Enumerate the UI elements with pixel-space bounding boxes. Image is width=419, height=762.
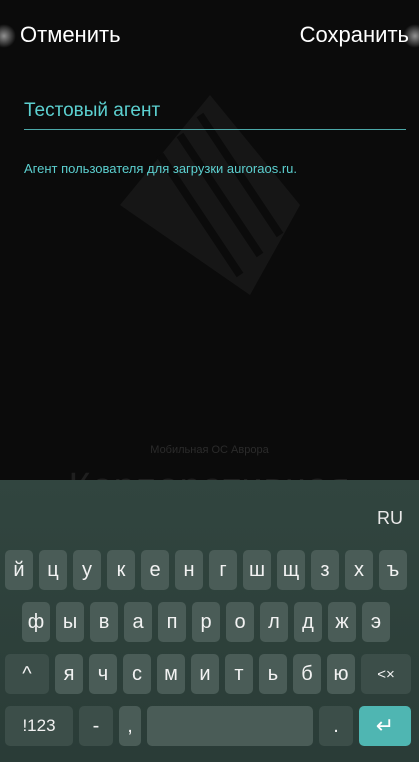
key-г[interactable]: г [209, 550, 237, 590]
key-б[interactable]: б [293, 654, 321, 694]
key-х[interactable]: х [345, 550, 373, 590]
key-и[interactable]: и [191, 654, 219, 694]
key-д[interactable]: д [294, 602, 322, 642]
key-ю[interactable]: ю [327, 654, 355, 694]
key-у[interactable]: у [73, 550, 101, 590]
key-я[interactable]: я [55, 654, 83, 694]
shift-key[interactable]: ^ [5, 654, 49, 694]
key-н[interactable]: н [175, 550, 203, 590]
backspace-key[interactable]: <× [361, 654, 411, 694]
agent-name-input[interactable]: Тестовый агент [24, 100, 160, 122]
agent-description: Агент пользователя для загрузки auroraos… [24, 161, 297, 176]
key-о[interactable]: о [226, 602, 254, 642]
comma-key[interactable]: , [119, 706, 141, 746]
key-ь[interactable]: ь [259, 654, 287, 694]
left-edge-glow [0, 24, 16, 48]
key-ч[interactable]: ч [89, 654, 117, 694]
key-п[interactable]: п [158, 602, 186, 642]
key-ы[interactable]: ы [56, 602, 84, 642]
key-ш[interactable]: ш [243, 550, 271, 590]
key-щ[interactable]: щ [277, 550, 305, 590]
period-key[interactable]: . [319, 706, 353, 746]
key-й[interactable]: й [5, 550, 33, 590]
background-logo [120, 95, 300, 295]
key-р[interactable]: р [192, 602, 220, 642]
key-с[interactable]: с [123, 654, 151, 694]
virtual-keyboard: RU й ц у к е н г ш щ з х ъ ф ы в а п р о… [0, 480, 419, 762]
cancel-button[interactable]: Отменить [20, 22, 121, 48]
key-к[interactable]: к [107, 550, 135, 590]
space-key[interactable] [147, 706, 313, 746]
key-е[interactable]: е [141, 550, 169, 590]
key-ъ[interactable]: ъ [379, 550, 407, 590]
key-в[interactable]: в [90, 602, 118, 642]
key-л[interactable]: л [260, 602, 288, 642]
key-э[interactable]: э [362, 602, 390, 642]
key-ц[interactable]: ц [39, 550, 67, 590]
key-т[interactable]: т [225, 654, 253, 694]
input-underline [24, 129, 406, 130]
key-ф[interactable]: ф [22, 602, 50, 642]
top-bar: Отменить Сохранить [0, 0, 419, 70]
dash-key[interactable]: - [79, 706, 113, 746]
enter-key[interactable]: ↵ [359, 706, 411, 746]
keyboard-language-indicator[interactable]: RU [377, 508, 403, 529]
key-а[interactable]: а [124, 602, 152, 642]
background-caption: Мобильная ОС Аврора [150, 444, 269, 456]
symbols-key[interactable]: !123 [5, 706, 73, 746]
key-з[interactable]: з [311, 550, 339, 590]
save-button[interactable]: Сохранить [300, 22, 409, 48]
key-ж[interactable]: ж [328, 602, 356, 642]
key-м[interactable]: м [157, 654, 185, 694]
